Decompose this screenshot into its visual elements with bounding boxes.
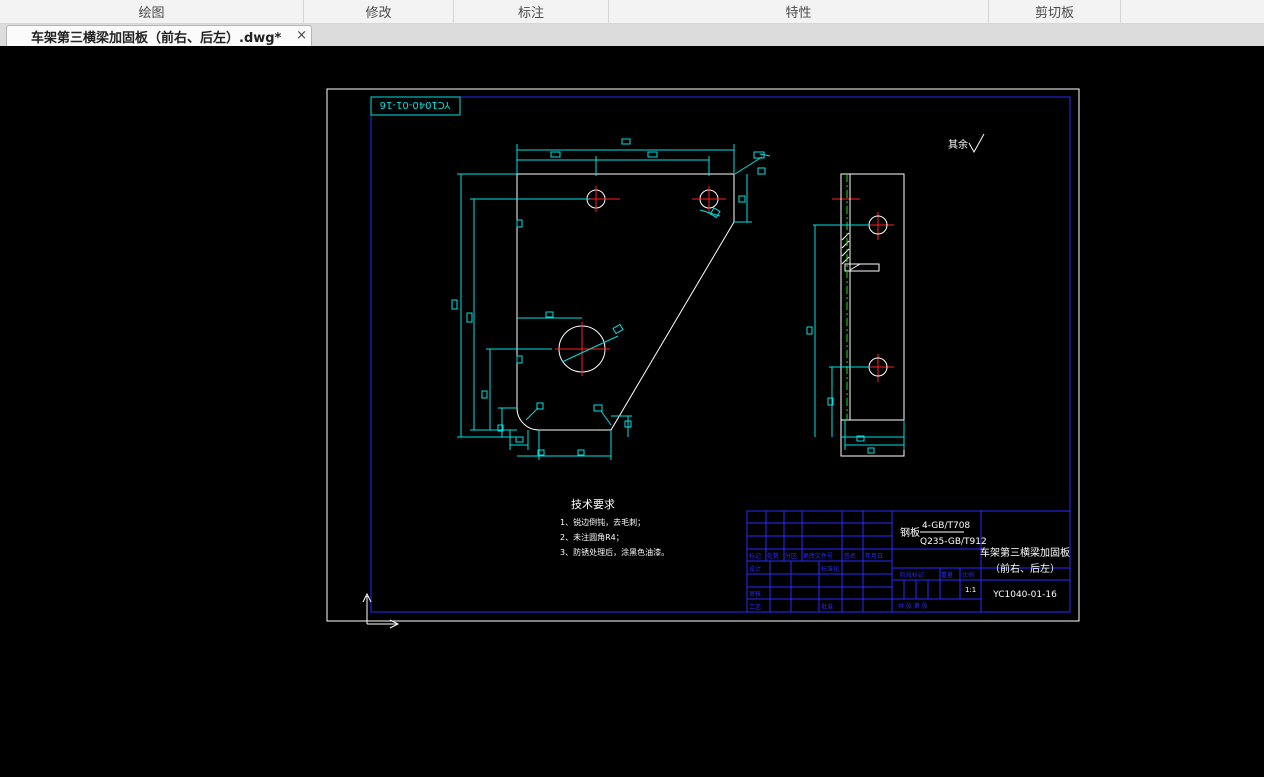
center-lines (555, 186, 894, 382)
standardize-label: 标准化 (821, 565, 839, 573)
scale-label: 比例 (962, 571, 974, 579)
header-label-count: 处数 (767, 552, 779, 560)
ucs-icon (362, 592, 400, 629)
note-line-3: 3、防锈处理后，涂黑色油漆。 (560, 547, 669, 557)
process-label: 工艺 (749, 603, 761, 611)
ribbon-group-label: 特性 (785, 6, 812, 21)
part-name-line1: 车架第三横梁加固板 (980, 546, 1070, 559)
header-label-date: 年月日 (865, 552, 883, 560)
designer-label: 设计 (749, 565, 761, 573)
dimension-lines (451, 138, 771, 460)
material-label: 钢板 (900, 526, 920, 539)
approve-label: 批准 (821, 603, 833, 611)
document-tab-title: 车架第三横梁加固板（前右、后左）.dwg* (31, 30, 282, 46)
note-line-2: 2、未注圆角R4； (560, 532, 624, 542)
review-label: 审核 (749, 590, 761, 598)
ribbon-group-draw[interactable]: 绘图 (0, 0, 304, 23)
drawing-code: YC1040-01-16 (992, 590, 1057, 600)
weight-label: 重量 (941, 571, 953, 579)
header-label-mark: 标记 (749, 552, 761, 560)
drawing-canvas[interactable]: YC1040-01-16 其余 技术要求 1、锐边倒钝，去毛刺； 2、未注圆角R… (0, 46, 1264, 777)
header-label-change: 更改文件号 (803, 552, 833, 560)
ribbon-group-properties[interactable]: 特性 (609, 0, 989, 23)
side-view (840, 173, 905, 457)
roughness-icon (968, 133, 985, 154)
roughness-label: 其余 (948, 138, 968, 151)
material-spec-bottom: Q235-GB/T912 (920, 537, 987, 547)
ribbon-group-annotate[interactable]: 标注 (454, 0, 609, 23)
notes-title: 技术要求 (571, 498, 615, 511)
ribbon-group-label: 剪切板 (1034, 6, 1074, 21)
ribbon-group-modify[interactable]: 修改 (304, 0, 454, 23)
front-view (516, 173, 735, 431)
ribbon-panel-labels: 绘图 修改 标注 特性 剪切板 (0, 0, 1264, 24)
ribbon-group-label: 标注 (517, 6, 544, 21)
drawing-code-top: YC1040-01-16 (380, 99, 452, 110)
scale-value: 1:1 (965, 586, 976, 594)
material-spec-top: 4-GB/T708 (922, 521, 970, 531)
ribbon-group-label: 绘图 (138, 6, 165, 21)
stage-label: 阶段标记 (900, 571, 924, 579)
document-tab[interactable]: 车架第三横梁加固板（前右、后左）.dwg* × (6, 25, 312, 46)
ribbon-group-clipboard[interactable]: 剪切板 (989, 0, 1121, 23)
ribbon-group-label: 修改 (365, 6, 392, 21)
drawing-svg[interactable]: YC1040-01-16 其余 技术要求 1、锐边倒钝，去毛刺； 2、未注圆角R… (0, 46, 1264, 777)
document-tab-bar: 车架第三横梁加固板（前右、后左）.dwg* × (0, 24, 1264, 46)
part-name-line2: （前右、后左） (990, 562, 1060, 575)
header-label-zone: 分区 (785, 552, 797, 560)
side-dimensions (806, 224, 905, 454)
close-icon[interactable]: × (296, 28, 307, 43)
title-block-text: 钢板 4-GB/T708 Q235-GB/T912 车架第三横梁加固板 （前右、… (749, 521, 1070, 611)
note-line-1: 1、锐边倒钝，去毛刺； (560, 517, 645, 527)
ribbon-filler (1121, 0, 1264, 23)
header-label-sign: 签名 (844, 552, 856, 560)
sheet-text: 共 张 第 张 (898, 602, 928, 610)
